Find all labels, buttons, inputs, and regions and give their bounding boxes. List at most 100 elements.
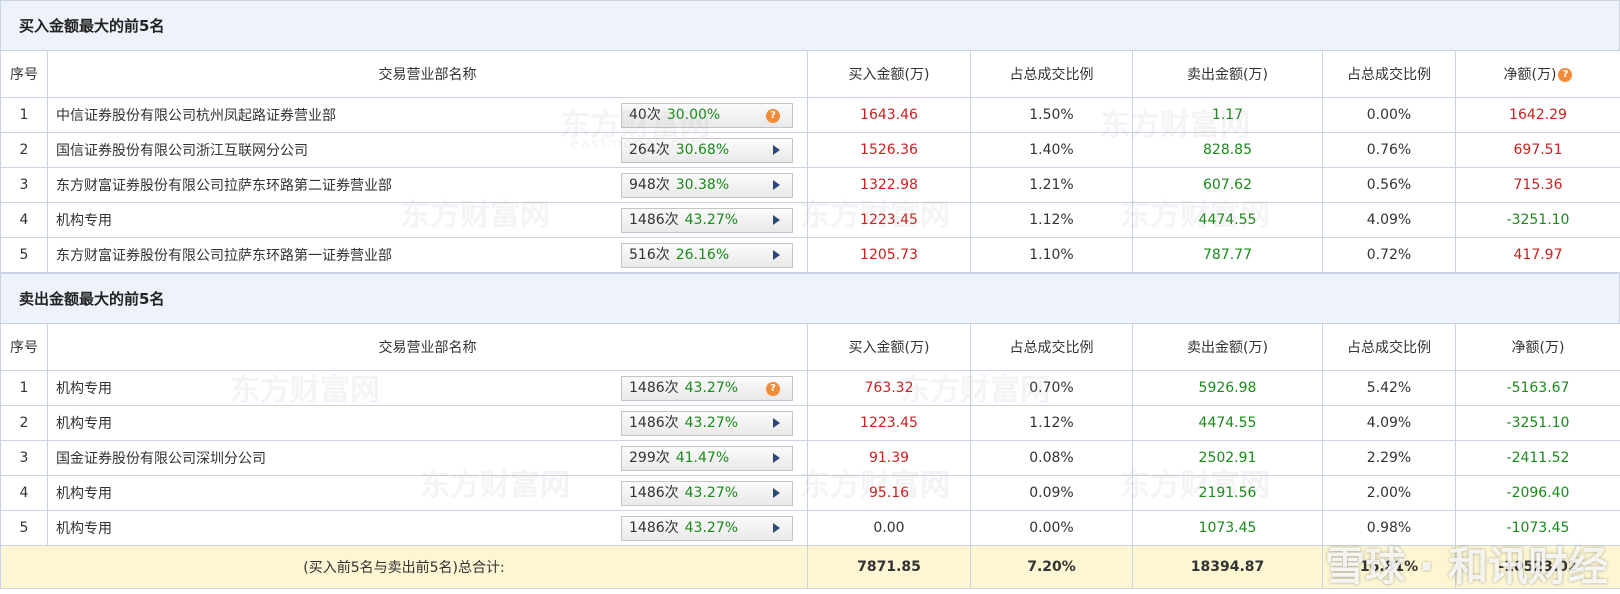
buy-amount: 1526.36 <box>807 132 971 168</box>
buy-ratio: 1.21% <box>970 167 1133 203</box>
col-sell-ratio: 占总成交比例 <box>1322 323 1456 371</box>
row-index: 3 <box>0 167 48 203</box>
net-amount: 417.97 <box>1455 237 1620 273</box>
listing-stats-button[interactable]: 1486次 43.27% <box>621 481 793 506</box>
col-net-amount: 净额(万) <box>1455 323 1620 371</box>
listing-count: 1486次 <box>629 520 679 536</box>
triangle-right-icon[interactable] <box>773 215 780 225</box>
sell-amount: 787.77 <box>1132 237 1323 273</box>
sell-ratio: 4.09% <box>1322 202 1456 238</box>
buy-ratio: 1.12% <box>970 405 1133 441</box>
broker-name-link[interactable]: 机构专用 <box>56 210 112 230</box>
sell-ratio: 0.72% <box>1322 237 1456 273</box>
buy-table: 序号 交易营业部名称 买入金额(万) 占总成交比例 卖出金额(万) 占总成交比例… <box>0 50 1620 273</box>
buy-ratio: 0.08% <box>970 440 1133 476</box>
broker-name-link[interactable]: 机构专用 <box>56 518 112 538</box>
col-sell-ratio: 占总成交比例 <box>1322 50 1456 98</box>
help-icon[interactable]: ? <box>766 382 780 396</box>
corner-watermark: 雪球 · 和讯财经 <box>1324 544 1608 590</box>
col-sell-amount: 卖出金额(万) <box>1132 323 1323 371</box>
listing-count: 1486次 <box>629 485 679 501</box>
listing-stats-button[interactable]: 299次 41.47% <box>621 446 793 471</box>
broker-cell: 东方财富证券股份有限公司拉萨东环路第二证券营业部 948次 30.38% <box>47 167 808 203</box>
listing-win-rate: 43.27% <box>684 212 739 228</box>
row-index: 2 <box>0 405 48 441</box>
broker-name-link[interactable]: 国金证券股份有限公司深圳分公司 <box>56 448 266 468</box>
triangle-right-icon[interactable] <box>773 523 780 533</box>
table-row: 3 国金证券股份有限公司深圳分公司 299次 41.47% 91.39 0.08% 2502… <box>0 440 1620 476</box>
net-amount: -2096.40 <box>1455 475 1620 511</box>
listing-stats-button[interactable]: 516次 26.16% <box>621 243 793 268</box>
sell-amount: 2502.91 <box>1132 440 1323 476</box>
buy-ratio: 1.50% <box>970 97 1133 133</box>
broker-name-link[interactable]: 中信证券股份有限公司杭州凤起路证券营业部 <box>56 105 336 125</box>
broker-cell: 机构专用 1486次 43.27% <box>47 510 808 546</box>
buy-ratio: 1.40% <box>970 132 1133 168</box>
listing-stats-button[interactable]: 1486次 43.27% <box>621 208 793 233</box>
broker-name-link[interactable]: 机构专用 <box>56 483 112 503</box>
triangle-right-icon[interactable] <box>773 453 780 463</box>
broker-cell: 国金证券股份有限公司深圳分公司 299次 41.47% <box>47 440 808 476</box>
listing-win-rate: 41.47% <box>675 450 730 466</box>
sell-section-title: 卖出金额最大的前5名 <box>0 273 1620 323</box>
sell-ratio: 0.76% <box>1322 132 1456 168</box>
broker-name-link[interactable]: 机构专用 <box>56 413 112 433</box>
listing-win-rate: 26.16% <box>675 247 730 263</box>
listing-count: 516次 <box>629 247 670 263</box>
buy-amount: 1643.46 <box>807 97 971 133</box>
listing-stats-button[interactable]: 948次 30.38% <box>621 173 793 198</box>
broker-name-link[interactable]: 国信证券股份有限公司浙江互联网分公司 <box>56 140 308 160</box>
listing-stats-button[interactable]: 264次 30.68% <box>621 138 793 163</box>
listing-win-rate: 43.27% <box>684 520 739 536</box>
net-amount: 715.36 <box>1455 167 1620 203</box>
listing-count: 40次 <box>629 107 661 123</box>
buy-amount: 1223.45 <box>807 405 971 441</box>
help-icon[interactable]: ? <box>766 109 780 123</box>
listing-win-rate: 43.27% <box>684 415 739 431</box>
broker-name-link[interactable]: 东方财富证券股份有限公司拉萨东环路第一证券营业部 <box>56 245 392 265</box>
buy-ratio: 0.70% <box>970 370 1133 406</box>
row-index: 3 <box>0 440 48 476</box>
total-buy: 7871.85 <box>807 545 971 589</box>
listing-stats-button[interactable]: 1486次 43.27% <box>621 516 793 541</box>
sell-amount: 1.17 <box>1132 97 1323 133</box>
col-index: 序号 <box>0 323 48 371</box>
sell-ratio: 5.42% <box>1322 370 1456 406</box>
row-index: 1 <box>0 97 48 133</box>
help-icon[interactable]: ? <box>1558 68 1573 82</box>
triangle-right-icon[interactable] <box>773 180 780 190</box>
col-buy-amount: 买入金额(万) <box>807 323 971 371</box>
col-buy-ratio: 占总成交比例 <box>970 323 1133 371</box>
net-amount: -2411.52 <box>1455 440 1620 476</box>
total-sell: 18394.87 <box>1132 545 1323 589</box>
listing-count: 948次 <box>629 177 670 193</box>
buy-amount: 95.16 <box>807 475 971 511</box>
sell-amount: 4474.55 <box>1132 405 1323 441</box>
lhb-page: 买入金额最大的前5名 序号 交易营业部名称 买入金额(万) 占总成交比例 卖出金… <box>0 0 1620 594</box>
listing-stats-button[interactable]: 1486次 43.27% <box>621 411 793 436</box>
sell-amount: 607.62 <box>1132 167 1323 203</box>
triangle-right-icon[interactable] <box>773 418 780 428</box>
broker-name-link[interactable]: 机构专用 <box>56 378 112 398</box>
triangle-right-icon[interactable] <box>773 250 780 260</box>
table-row: 1 中信证券股份有限公司杭州凤起路证券营业部 40次 30.00%? 1643.46 1.… <box>0 97 1620 133</box>
triangle-right-icon[interactable] <box>773 488 780 498</box>
sell-amount: 828.85 <box>1132 132 1323 168</box>
total-buy-ratio: 7.20% <box>970 545 1133 589</box>
listing-win-rate: 30.68% <box>675 142 730 158</box>
listing-stats-button[interactable]: 1486次 43.27%? <box>621 376 793 401</box>
broker-cell: 机构专用 1486次 43.27% <box>47 475 808 511</box>
listing-count: 299次 <box>629 450 670 466</box>
broker-name-link[interactable]: 东方财富证券股份有限公司拉萨东环路第二证券营业部 <box>56 175 392 195</box>
sell-table-header: 序号 交易营业部名称 买入金额(万) 占总成交比例 卖出金额(万) 占总成交比例… <box>0 323 1620 371</box>
listing-count: 1486次 <box>629 380 679 396</box>
listing-stats-button[interactable]: 40次 30.00%? <box>621 103 793 128</box>
table-row: 1 机构专用 1486次 43.27%? 763.32 0.70% 5926.98 5.42%… <box>0 370 1620 406</box>
row-index: 2 <box>0 132 48 168</box>
buy-amount: 1322.98 <box>807 167 971 203</box>
triangle-right-icon[interactable] <box>773 145 780 155</box>
buy-amount: 1223.45 <box>807 202 971 238</box>
sell-amount: 4474.55 <box>1132 202 1323 238</box>
col-buy-amount: 买入金额(万) <box>807 50 971 98</box>
total-label: (买入前5名与卖出前5名)总合计: <box>0 545 808 589</box>
